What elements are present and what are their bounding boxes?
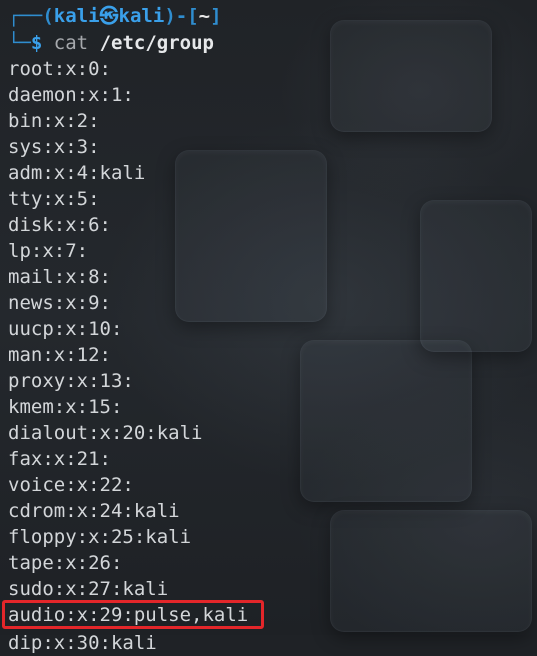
prompt-bracket-close: ] (210, 5, 222, 27)
output-line-partial: dip:x:30:kali (8, 632, 157, 654)
output-line: sudo:x:27:kali (8, 578, 169, 600)
prompt-host: kali (118, 5, 165, 27)
prompt-bracket-mid: )-[ (164, 5, 199, 27)
prompt-bracket-open: ┌──( (8, 5, 54, 27)
output-line: cdrom:x:24:kali (8, 500, 180, 522)
highlight-box (2, 600, 264, 629)
output-line: sys:x:3: (8, 136, 100, 158)
output-line: lp:x:7: (8, 240, 89, 262)
command-name: cat (53, 32, 89, 54)
output-line: kmem:x:15: (8, 396, 123, 418)
output-line: tape:x:26: (8, 552, 123, 574)
output-line: tty:x:5: (8, 188, 100, 210)
prompt-header: ┌──(kali㉿kali)-[~] (8, 3, 222, 29)
command-line: └─$ cat /etc/group (8, 30, 214, 56)
prompt-at-symbol: ㉿ (99, 5, 119, 27)
prompt-user: kali (53, 5, 100, 27)
prompt-corner: └─ (8, 32, 31, 54)
output-line: floppy:x:25:kali (8, 526, 192, 548)
output-line: daemon:x:1: (8, 84, 134, 106)
output-line: adm:x:4:kali (8, 162, 146, 184)
output-line: news:x:9: (8, 292, 111, 314)
output-line: mail:x:8: (8, 266, 111, 288)
terminal-window[interactable]: ┌──(kali㉿kali)-[~] └─$ cat /etc/group ro… (0, 0, 537, 654)
command-argument: /etc/group (99, 32, 214, 54)
output-line: bin:x:2: (8, 110, 100, 132)
prompt-cwd: ~ (198, 5, 211, 27)
output-line: root:x:0: (8, 58, 111, 80)
output-line: man:x:12: (8, 344, 111, 366)
output-line: uucp:x:10: (8, 318, 123, 340)
prompt-dollar: $ (30, 32, 43, 54)
output-line: dialout:x:20:kali (8, 422, 203, 444)
output-line: disk:x:6: (8, 214, 111, 236)
output-line: proxy:x:13: (8, 370, 134, 392)
output-line: fax:x:21: (8, 448, 111, 470)
command-output: root:x:0: daemon:x:1: bin:x:2: sys:x:3: … (8, 56, 248, 628)
output-line: voice:x:22: (8, 474, 134, 496)
